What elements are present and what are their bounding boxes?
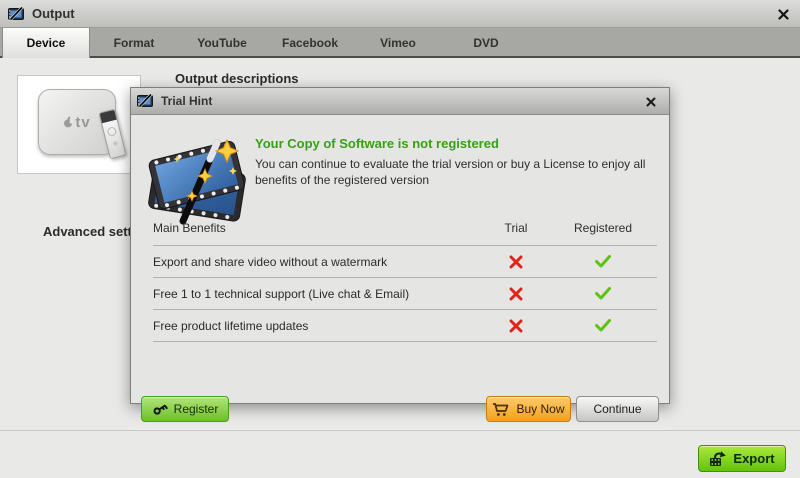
cross-icon (509, 278, 523, 309)
buy-now-button[interactable]: Buy Now (486, 396, 571, 422)
cross-icon (509, 246, 523, 277)
benefits-header-row: Main Benefits Trial Registered (153, 215, 657, 246)
window-close-icon[interactable] (774, 6, 792, 22)
key-icon (152, 401, 168, 417)
check-icon (595, 246, 611, 277)
app-film-pen-icon (8, 6, 24, 22)
dialog-title: Trial Hint (161, 88, 212, 115)
app-film-pen-icon (137, 93, 153, 109)
tab-device[interactable]: Device (2, 28, 90, 58)
registered-header: Registered (574, 215, 632, 241)
output-descriptions-label: Output descriptions (175, 71, 299, 86)
tab-dvd[interactable]: DVD (442, 28, 530, 58)
window-title: Output (32, 0, 75, 28)
cart-icon (492, 402, 510, 417)
tab-facebook[interactable]: Facebook (266, 28, 354, 58)
dialog-titlebar: Trial Hint (131, 88, 669, 115)
tab-vimeo[interactable]: Vimeo (354, 28, 442, 58)
benefit-label: Free 1 to 1 technical support (Live chat… (153, 287, 409, 301)
tab-youtube[interactable]: YouTube (178, 28, 266, 58)
tab-format[interactable]: Format (90, 28, 178, 58)
dialog-button-row: Register Buy Now Continue (131, 396, 669, 422)
benefits-table: Main Benefits Trial Registered Export an… (153, 215, 657, 342)
tab-bar: Device Format YouTube Facebook Vimeo DVD (0, 28, 800, 58)
apple-tv-label: tv (63, 114, 90, 131)
check-icon (595, 278, 611, 309)
footer-divider (0, 430, 800, 431)
dialog-close-icon[interactable] (643, 94, 659, 109)
table-row: Free 1 to 1 technical support (Live chat… (153, 278, 657, 310)
table-row: Free product lifetime updates (153, 310, 657, 342)
benefit-label: Free product lifetime updates (153, 319, 308, 333)
window-titlebar: Output (0, 0, 800, 28)
trial-header: Trial (505, 215, 528, 241)
trial-hint-dialog: Trial Hint (130, 87, 670, 404)
not-registered-heading: Your Copy of Software is not registered (255, 136, 499, 151)
export-button[interactable]: Export (698, 445, 786, 472)
apple-logo-icon (63, 116, 73, 128)
check-icon (595, 310, 611, 341)
table-row: Export and share video without a waterma… (153, 246, 657, 278)
dialog-body: Your Copy of Software is not registered … (131, 115, 669, 403)
benefit-label: Export and share video without a waterma… (153, 255, 387, 269)
export-film-icon (709, 451, 727, 467)
register-button[interactable]: Register (141, 396, 229, 422)
device-thumbnail[interactable]: tv (17, 75, 141, 174)
film-magic-wand-icon (145, 129, 250, 229)
main-benefits-header: Main Benefits (153, 221, 226, 235)
cross-icon (509, 310, 523, 341)
continue-button[interactable]: Continue (576, 396, 659, 422)
trial-description-text: You can continue to evaluate the trial v… (255, 156, 667, 188)
